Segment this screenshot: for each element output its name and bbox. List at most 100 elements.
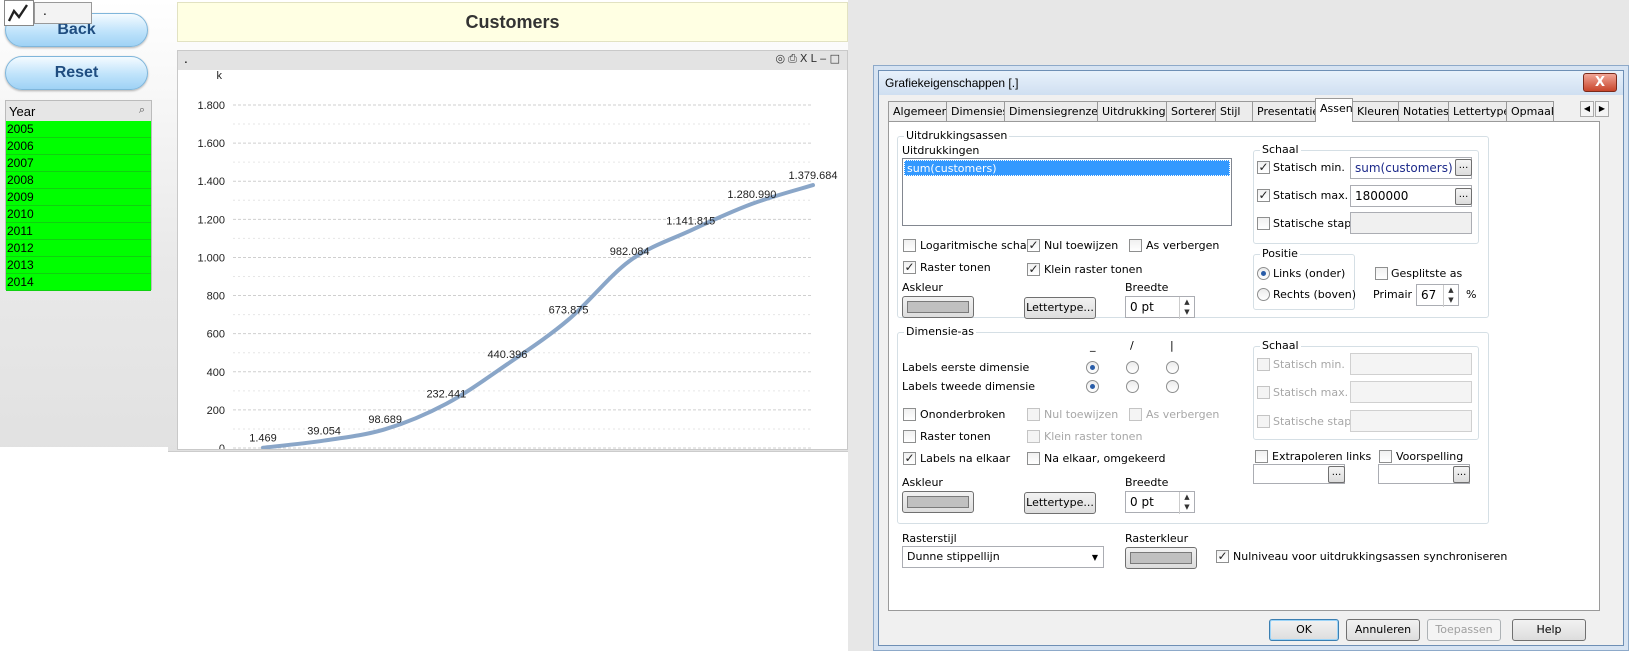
labels-stacked-checkbox[interactable]: ✓ [903, 452, 916, 465]
detach-icon[interactable]: ◎ [776, 52, 789, 65]
split-axis-checkbox[interactable] [1375, 267, 1388, 280]
font-button[interactable]: Lettertype... [1024, 297, 1096, 319]
log-scale-checkbox[interactable] [903, 239, 916, 252]
second-dim-vertical-radio[interactable] [1166, 380, 1179, 393]
orientation-diagonal-mark: / [1130, 339, 1134, 352]
year-listbox[interactable]: Year ⌕ 2005 2006 2007 2008 2009 2010 2011 2012 2… [5, 100, 152, 291]
static-step-input[interactable] [1350, 212, 1472, 234]
static-max-input[interactable]: 1800000 [1350, 185, 1472, 207]
listbox-item[interactable]: 2013 [6, 257, 151, 274]
small-grid-checkbox[interactable]: ✓ [1027, 263, 1040, 276]
primary-spinner[interactable]: ▲ ▼ [1443, 285, 1458, 307]
zero-assign-checkbox[interactable]: ✓ [1027, 239, 1040, 252]
tab-notaties[interactable]: Notaties [1398, 101, 1449, 121]
line-chart-icon[interactable] [4, 0, 34, 26]
extrapolate-left-checkbox[interactable] [1255, 450, 1268, 463]
tab-scroll-right-icon[interactable]: ▶ [1595, 101, 1609, 117]
print-icon[interactable]: ⎙ [788, 52, 800, 65]
first-dim-vertical-radio[interactable] [1166, 361, 1179, 374]
help-button[interactable]: Help [1512, 619, 1586, 641]
first-dim-diagonal-radio[interactable] [1126, 361, 1139, 374]
dim-width-spinner[interactable]: ▲ ▼ [1179, 492, 1194, 514]
reset-button[interactable]: Reset [5, 56, 148, 90]
y-tick-label: 200 [207, 405, 225, 417]
position-right-radio[interactable] [1257, 288, 1270, 301]
listbox-item[interactable]: 2014 [6, 274, 151, 291]
listbox-item[interactable]: 2008 [6, 172, 151, 189]
static-max-checkbox[interactable]: ✓ [1257, 189, 1270, 202]
extrapolate-ellipsis-button[interactable]: ... [1328, 466, 1345, 483]
customers-chart[interactable]: . ◎⎙XL‒□ 0 200 400 600 800 1.000 1.200 1.400 1.6… [177, 50, 848, 450]
forecast-ellipsis-button[interactable]: ... [1453, 466, 1470, 483]
tab-assen[interactable]: Assen [1315, 98, 1353, 122]
second-dim-diagonal-radio[interactable] [1126, 380, 1139, 393]
dim-static-min-input[interactable] [1350, 353, 1472, 375]
maximize-icon[interactable]: □ [830, 52, 843, 65]
dim-hide-axis-checkbox[interactable] [1129, 408, 1142, 421]
tab-sorteren[interactable]: Sorteren [1166, 101, 1216, 121]
second-dim-horizontal-radio[interactable] [1086, 380, 1099, 393]
dim-axis-color-swatch[interactable] [902, 491, 974, 513]
tab-scroll-left-icon[interactable]: ◀ [1580, 101, 1594, 117]
forecast-checkbox[interactable] [1379, 450, 1392, 463]
dim-static-max-input[interactable] [1350, 381, 1472, 403]
static-step-checkbox[interactable] [1257, 217, 1270, 230]
listbox-item[interactable]: 2007 [6, 155, 151, 172]
dim-axis-color-label: Askleur [902, 476, 943, 489]
listbox-item[interactable]: 2012 [6, 240, 151, 257]
listbox-header[interactable]: Year ⌕ [6, 101, 151, 121]
data-label: 1.469 [249, 433, 277, 445]
tab-lettertype[interactable]: Lettertype [1448, 101, 1507, 121]
dim-zero-assign-checkbox[interactable] [1027, 408, 1040, 421]
show-grid-checkbox[interactable]: ✓ [903, 261, 916, 274]
dim-static-step-checkbox[interactable] [1257, 415, 1270, 428]
close-button[interactable]: X [1583, 73, 1617, 92]
cancel-button[interactable]: Annuleren [1346, 619, 1420, 641]
grid-style-select[interactable]: Dunne stippellijn ▼ [902, 546, 1104, 568]
dim-static-min-checkbox[interactable] [1257, 358, 1270, 371]
extrapolate-left-label: Extrapoleren links [1272, 450, 1372, 463]
first-dim-horizontal-radio[interactable] [1086, 361, 1099, 374]
apply-button[interactable]: Toepassen [1427, 619, 1501, 641]
dim-hide-axis-label: As verbergen [1146, 408, 1220, 421]
labels-stacked-reverse-checkbox[interactable] [1027, 452, 1040, 465]
listbox-item[interactable]: 2009 [6, 189, 151, 206]
listbox-item[interactable]: 2005 [6, 121, 151, 138]
listbox-item[interactable]: 2011 [6, 223, 151, 240]
excel-icon[interactable]: XL [800, 52, 820, 65]
tab-dimensies[interactable]: Dimensies [946, 101, 1005, 121]
static-min-checkbox[interactable]: ✓ [1257, 161, 1270, 174]
static-min-input[interactable]: sum(customers) [1350, 157, 1472, 179]
position-left-radio[interactable] [1257, 267, 1270, 280]
ok-button[interactable]: OK [1269, 619, 1339, 641]
minimized-object-tab[interactable]: . [34, 2, 92, 24]
grid-color-swatch[interactable] [1125, 547, 1197, 569]
minimize-icon[interactable]: ‒ [820, 52, 830, 65]
expressions-list[interactable]: sum(customers) [902, 158, 1232, 226]
tab-kleuren[interactable]: Kleuren [1352, 101, 1399, 121]
listbox-item[interactable]: 2006 [6, 138, 151, 155]
dimension-axis-title: Dimensie-as [904, 325, 976, 338]
dim-static-max-checkbox[interactable] [1257, 386, 1270, 399]
dim-small-grid-checkbox[interactable] [1027, 430, 1040, 443]
continuous-checkbox[interactable] [903, 408, 916, 421]
tab-algemeen[interactable]: Algemeen [888, 101, 947, 121]
sync-zero-checkbox[interactable]: ✓ [1216, 550, 1229, 563]
tab-uitdrukkingen[interactable]: Uitdrukkingen [1097, 101, 1167, 121]
dim-show-grid-checkbox[interactable] [903, 430, 916, 443]
expression-item[interactable]: sum(customers) [904, 160, 1230, 176]
axis-color-swatch[interactable] [902, 296, 974, 318]
orientation-vertical-mark: | [1170, 339, 1174, 352]
tab-stijl[interactable]: Stijl [1215, 101, 1253, 121]
dim-font-button[interactable]: Lettertype... [1024, 492, 1096, 514]
hide-axis-checkbox[interactable] [1129, 239, 1142, 252]
width-spinner[interactable]: ▲ ▼ [1179, 297, 1194, 319]
tab-opmaak[interactable]: Opmaak [1506, 101, 1554, 121]
listbox-item[interactable]: 2010 [6, 206, 151, 223]
dim-static-step-input[interactable] [1350, 410, 1472, 432]
static-max-ellipsis-button[interactable]: ... [1455, 188, 1472, 205]
search-icon[interactable]: ⌕ [139, 104, 145, 117]
tab-dimensiegrenzen[interactable]: Dimensiegrenzen [1004, 101, 1098, 121]
tab-presentatie[interactable]: Presentatie [1252, 101, 1316, 121]
static-min-ellipsis-button[interactable]: ... [1455, 159, 1472, 176]
